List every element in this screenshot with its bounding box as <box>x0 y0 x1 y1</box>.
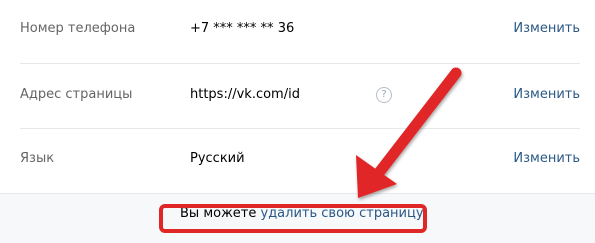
arrow-shape <box>356 67 462 198</box>
red-arrow-icon <box>356 67 462 198</box>
